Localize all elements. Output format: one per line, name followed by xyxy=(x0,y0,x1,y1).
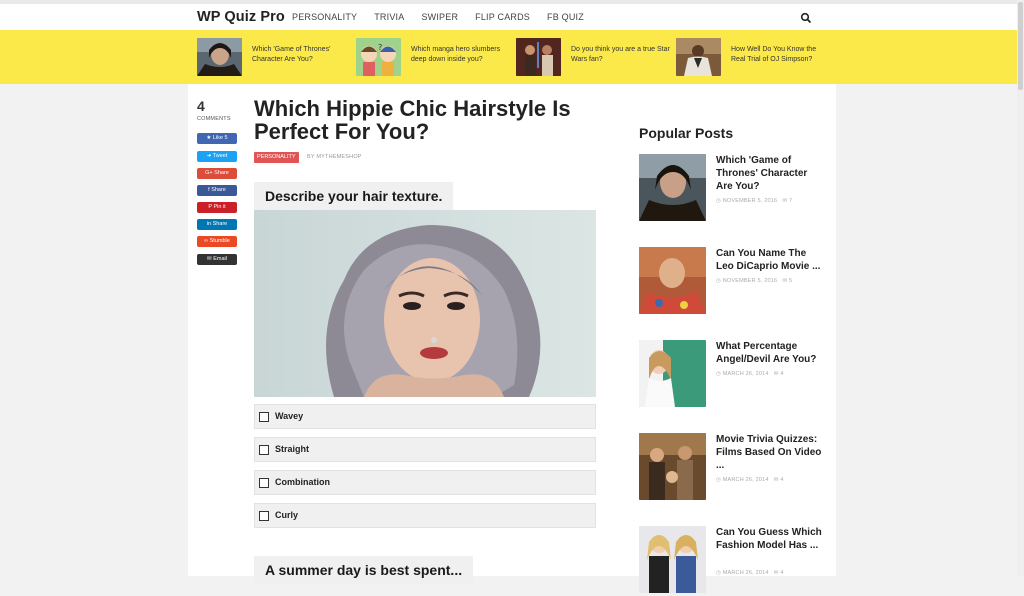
pinterest-button[interactable]: P Pin it xyxy=(197,202,237,213)
stumbleupon-button[interactable]: ∞ Stumble xyxy=(197,236,237,247)
answer-label: Curly xyxy=(275,510,299,520)
post-meta: ◷ MARCH 26, 2014 ✉ 4 xyxy=(716,477,784,483)
share-sidebar: 4 COMMENTS ★ Like 5 ➜ Tweet G+ Share f S… xyxy=(197,98,239,265)
post-comments[interactable]: 4 xyxy=(780,371,783,377)
movie-trivia-thumbnail xyxy=(639,433,706,500)
facebook-like-label: Like 5 xyxy=(212,135,228,141)
post-title[interactable]: What Percentage Angel/Devil Are You? xyxy=(716,340,826,366)
post-date: NOVEMBER 5, 2016 xyxy=(722,278,778,284)
answer-option-curly[interactable]: Curly xyxy=(254,503,596,528)
fashion-model-thumbnail xyxy=(639,526,706,593)
google-plus-share-button[interactable]: G+ Share xyxy=(197,168,237,179)
stumbleupon-label: Stumble xyxy=(209,238,230,244)
post-comments[interactable]: 4 xyxy=(780,570,783,576)
nav-item-personality[interactable]: PERSONALITY xyxy=(292,12,357,22)
checkbox[interactable] xyxy=(259,412,269,422)
nav-item-flip-cards[interactable]: FLIP CARDS xyxy=(475,12,530,22)
checkbox[interactable] xyxy=(259,478,269,488)
post-meta: ◷ NOVEMBER 5, 2016 ✉ 5 xyxy=(716,278,792,284)
checkbox[interactable] xyxy=(259,511,269,521)
tweet-button[interactable]: ➜ Tweet xyxy=(197,151,237,162)
manga-heroes-thumbnail: ? xyxy=(356,38,401,76)
checkbox[interactable] xyxy=(259,445,269,455)
question-image xyxy=(254,210,596,397)
popular-post-5[interactable]: Can You Guess Which Fashion Model Has ..… xyxy=(639,526,829,596)
clock-icon: ◷ xyxy=(716,570,723,576)
post-date: MARCH 26, 2014 xyxy=(722,477,769,483)
post-title[interactable]: Can You Guess Which Fashion Model Has ..… xyxy=(716,526,826,552)
facebook-share-label: Share xyxy=(211,187,226,193)
pinterest-icon: P xyxy=(208,204,212,210)
answer-option-combination[interactable]: Combination xyxy=(254,470,596,495)
linkedin-share-label: Share xyxy=(212,221,228,227)
facebook-like-button[interactable]: ★ Like 5 xyxy=(197,133,237,144)
answer-label: Wavey xyxy=(275,411,304,421)
post-date: MARCH 26, 2014 xyxy=(722,371,769,377)
post-comments[interactable]: 7 xyxy=(789,198,792,204)
article-title: Which Hippie Chic Hairstyle Is Perfect F… xyxy=(254,96,571,144)
featured-quiz-title[interactable]: Which 'Game of Thrones' Character Are Yo… xyxy=(252,45,352,64)
byline: BY MYTHEMESHOP xyxy=(307,154,362,160)
post-title[interactable]: Which 'Game of Thrones' Character Are Yo… xyxy=(716,154,826,193)
main-menu: PERSONALITY TRIVIA SWIPER FLIP CARDS FB … xyxy=(292,12,601,22)
popular-post-1[interactable]: Which 'Game of Thrones' Character Are Yo… xyxy=(639,154,829,224)
popular-post-4[interactable]: Movie Trivia Quizzes: Films Based On Vid… xyxy=(639,433,829,503)
nav-item-trivia[interactable]: TRIVIA xyxy=(374,12,404,22)
clock-icon: ◷ xyxy=(716,198,723,204)
jon-snow-thumbnail xyxy=(197,38,242,76)
linkedin-icon: in xyxy=(206,221,212,227)
post-comments[interactable]: 5 xyxy=(789,278,792,284)
featured-quiz-title[interactable]: How Well Do You Know the Real Trial of O… xyxy=(731,45,831,64)
svg-text:?: ? xyxy=(378,43,382,52)
popular-post-3[interactable]: What Percentage Angel/Devil Are You? ◷ M… xyxy=(639,340,829,410)
author-link[interactable]: MYTHEMESHOP xyxy=(316,154,361,160)
facebook-share-button[interactable]: f Share xyxy=(197,185,237,196)
star-wars-thumbnail xyxy=(516,38,561,76)
answer-option-wavey[interactable]: Wavey xyxy=(254,404,596,429)
post-meta: ◷ NOVEMBER 5, 2016 ✉ 7 xyxy=(716,198,792,204)
clock-icon: ◷ xyxy=(716,477,723,483)
question-heading: Describe your hair texture. xyxy=(254,182,454,210)
facebook-icon: f xyxy=(208,187,210,193)
email-button[interactable]: ✉ Email xyxy=(197,254,237,265)
popular-post-2[interactable]: Can You Name The Leo DiCaprio Movie ... … xyxy=(639,247,829,317)
nav-item-swiper[interactable]: SWIPER xyxy=(421,12,458,22)
site-logo[interactable]: WP Quiz Pro xyxy=(197,9,285,25)
google-plus-share-label: Share xyxy=(214,170,229,176)
featured-quiz-title[interactable]: Which manga hero slumbers deep down insi… xyxy=(411,45,511,64)
popular-posts-heading: Popular Posts xyxy=(639,125,734,141)
nav-item-fb-quiz[interactable]: FB QUIZ xyxy=(547,12,584,22)
post-title[interactable]: Can You Name The Leo DiCaprio Movie ... xyxy=(716,247,826,273)
answer-option-straight[interactable]: Straight xyxy=(254,437,596,462)
post-meta: ◷ MARCH 26, 2014 ✉ 4 xyxy=(716,570,784,576)
comment-count[interactable]: 4 xyxy=(197,98,239,114)
oj-trial-thumbnail xyxy=(676,38,721,76)
post-date: MARCH 26, 2014 xyxy=(722,570,769,576)
clock-icon: ◷ xyxy=(716,371,723,377)
byline-prefix: BY xyxy=(307,154,315,160)
pinterest-label: Pin it xyxy=(213,204,226,210)
comment-label: COMMENTS xyxy=(197,116,231,122)
tweet-label: Tweet xyxy=(212,153,228,159)
scrollbar-thumb[interactable] xyxy=(1018,2,1023,90)
answer-label: Combination xyxy=(275,477,330,487)
featured-quiz-title[interactable]: Do you think you are a true Star Wars fa… xyxy=(571,45,671,64)
angel-devil-thumbnail xyxy=(639,340,706,407)
leo-dicaprio-thumbnail xyxy=(639,247,706,314)
post-comments[interactable]: 4 xyxy=(780,477,783,483)
answer-label: Straight xyxy=(275,444,310,454)
linkedin-share-button[interactable]: in Share xyxy=(197,219,237,230)
search-icon[interactable] xyxy=(800,12,812,24)
google-plus-icon: G+ xyxy=(205,170,213,176)
featured-quizzes-bar: Which 'Game of Thrones' Character Are Yo… xyxy=(0,30,1017,84)
question-heading-2: A summer day is best spent... xyxy=(254,556,474,584)
post-date: NOVEMBER 5, 2016 xyxy=(722,198,778,204)
top-navigation-bar: WP Quiz Pro PERSONALITY TRIVIA SWIPER FL… xyxy=(0,0,1017,30)
clock-icon: ◷ xyxy=(716,278,723,284)
category-badge[interactable]: PERSONALITY xyxy=(254,152,299,163)
post-meta: ◷ MARCH 26, 2014 ✉ 4 xyxy=(716,371,784,377)
email-label: Email xyxy=(213,256,227,262)
post-title[interactable]: Movie Trivia Quizzes: Films Based On Vid… xyxy=(716,433,826,472)
jon-snow-thumbnail xyxy=(639,154,706,221)
